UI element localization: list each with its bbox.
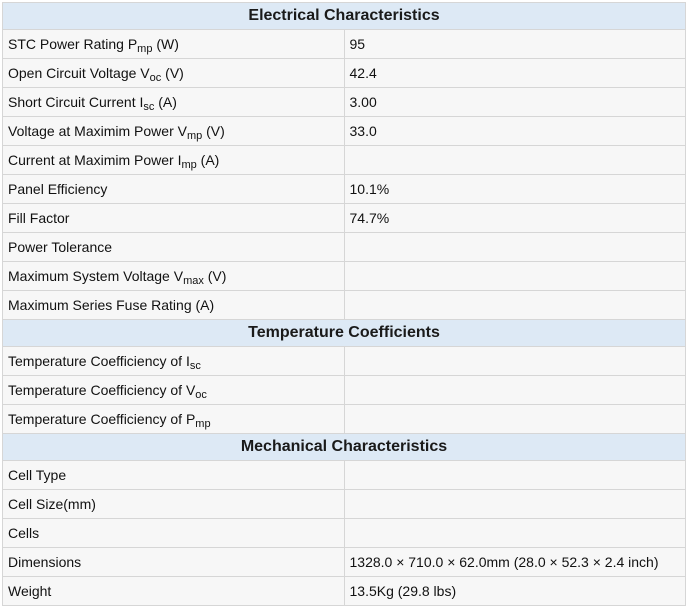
table-row: Dimensions 1328.0 × 710.0 × 62.0mm (28.0… [2, 547, 686, 577]
section-title: Electrical Characteristics [2, 2, 686, 30]
row-value [343, 145, 686, 175]
row-value: 42.4 [343, 58, 686, 88]
table-row: Cells [2, 518, 686, 548]
table-row: Panel Efficiency 10.1% [2, 174, 686, 204]
table-row: Cell Size(mm) [2, 489, 686, 519]
row-value: 33.0 [343, 116, 686, 146]
section-header-temperature: Temperature Coefficients [2, 319, 686, 347]
row-label: Temperature Coefficiency of Pmp [2, 404, 345, 434]
table-row: Weight 13.5Kg (29.8 lbs) [2, 576, 686, 606]
section-title: Mechanical Characteristics [2, 433, 686, 461]
row-value: 3.00 [343, 87, 686, 117]
table-row: Maximum Series Fuse Rating (A) [2, 290, 686, 320]
row-label: STC Power Rating Pmp (W) [2, 29, 345, 59]
row-value: 13.5Kg (29.8 lbs) [343, 576, 686, 606]
row-label: Open Circuit Voltage Voc (V) [2, 58, 345, 88]
row-label: Power Tolerance [2, 232, 345, 262]
row-label: Dimensions [2, 547, 345, 577]
row-label: Temperature Coefficiency of Voc [2, 375, 345, 405]
row-value [343, 518, 686, 548]
row-label: Current at Maximim Power Imp (A) [2, 145, 345, 175]
row-value [343, 290, 686, 320]
row-value: 10.1% [343, 174, 686, 204]
row-value [343, 346, 686, 376]
table-row: Current at Maximim Power Imp (A) [2, 145, 686, 175]
table-row: Temperature Coefficiency of Isc [2, 346, 686, 376]
row-value [343, 460, 686, 490]
table-row: Open Circuit Voltage Voc (V) 42.4 [2, 58, 686, 88]
row-value: 1328.0 × 710.0 × 62.0mm (28.0 × 52.3 × 2… [343, 547, 686, 577]
row-value [343, 404, 686, 434]
row-label: Temperature Coefficiency of Isc [2, 346, 345, 376]
section-header-electrical: Electrical Characteristics [2, 2, 686, 30]
row-value [343, 261, 686, 291]
row-label: Maximum Series Fuse Rating (A) [2, 290, 345, 320]
row-label: Panel Efficiency [2, 174, 345, 204]
row-label: Voltage at Maximim Power Vmp (V) [2, 116, 345, 146]
row-label: Short Circuit Current Isc (A) [2, 87, 345, 117]
row-value [343, 375, 686, 405]
section-header-mechanical: Mechanical Characteristics [2, 433, 686, 461]
row-label: Weight [2, 576, 345, 606]
table-row: Power Tolerance [2, 232, 686, 262]
row-label: Cells [2, 518, 345, 548]
row-label: Maximum System Voltage Vmax (V) [2, 261, 345, 291]
row-label: Fill Factor [2, 203, 345, 233]
table-row: Cell Type [2, 460, 686, 490]
row-label: Cell Type [2, 460, 345, 490]
row-value [343, 489, 686, 519]
row-value: 95 [343, 29, 686, 59]
table-row: STC Power Rating Pmp (W) 95 [2, 29, 686, 59]
row-value: 74.7% [343, 203, 686, 233]
table-row: Voltage at Maximim Power Vmp (V) 33.0 [2, 116, 686, 146]
table-row: Short Circuit Current Isc (A) 3.00 [2, 87, 686, 117]
table-row: Fill Factor 74.7% [2, 203, 686, 233]
table-row: Temperature Coefficiency of Pmp [2, 404, 686, 434]
specifications-table: Electrical Characteristics STC Power Rat… [2, 2, 686, 606]
table-row: Maximum System Voltage Vmax (V) [2, 261, 686, 291]
table-row: Temperature Coefficiency of Voc [2, 375, 686, 405]
row-label: Cell Size(mm) [2, 489, 345, 519]
section-title: Temperature Coefficients [2, 319, 686, 347]
row-value [343, 232, 686, 262]
